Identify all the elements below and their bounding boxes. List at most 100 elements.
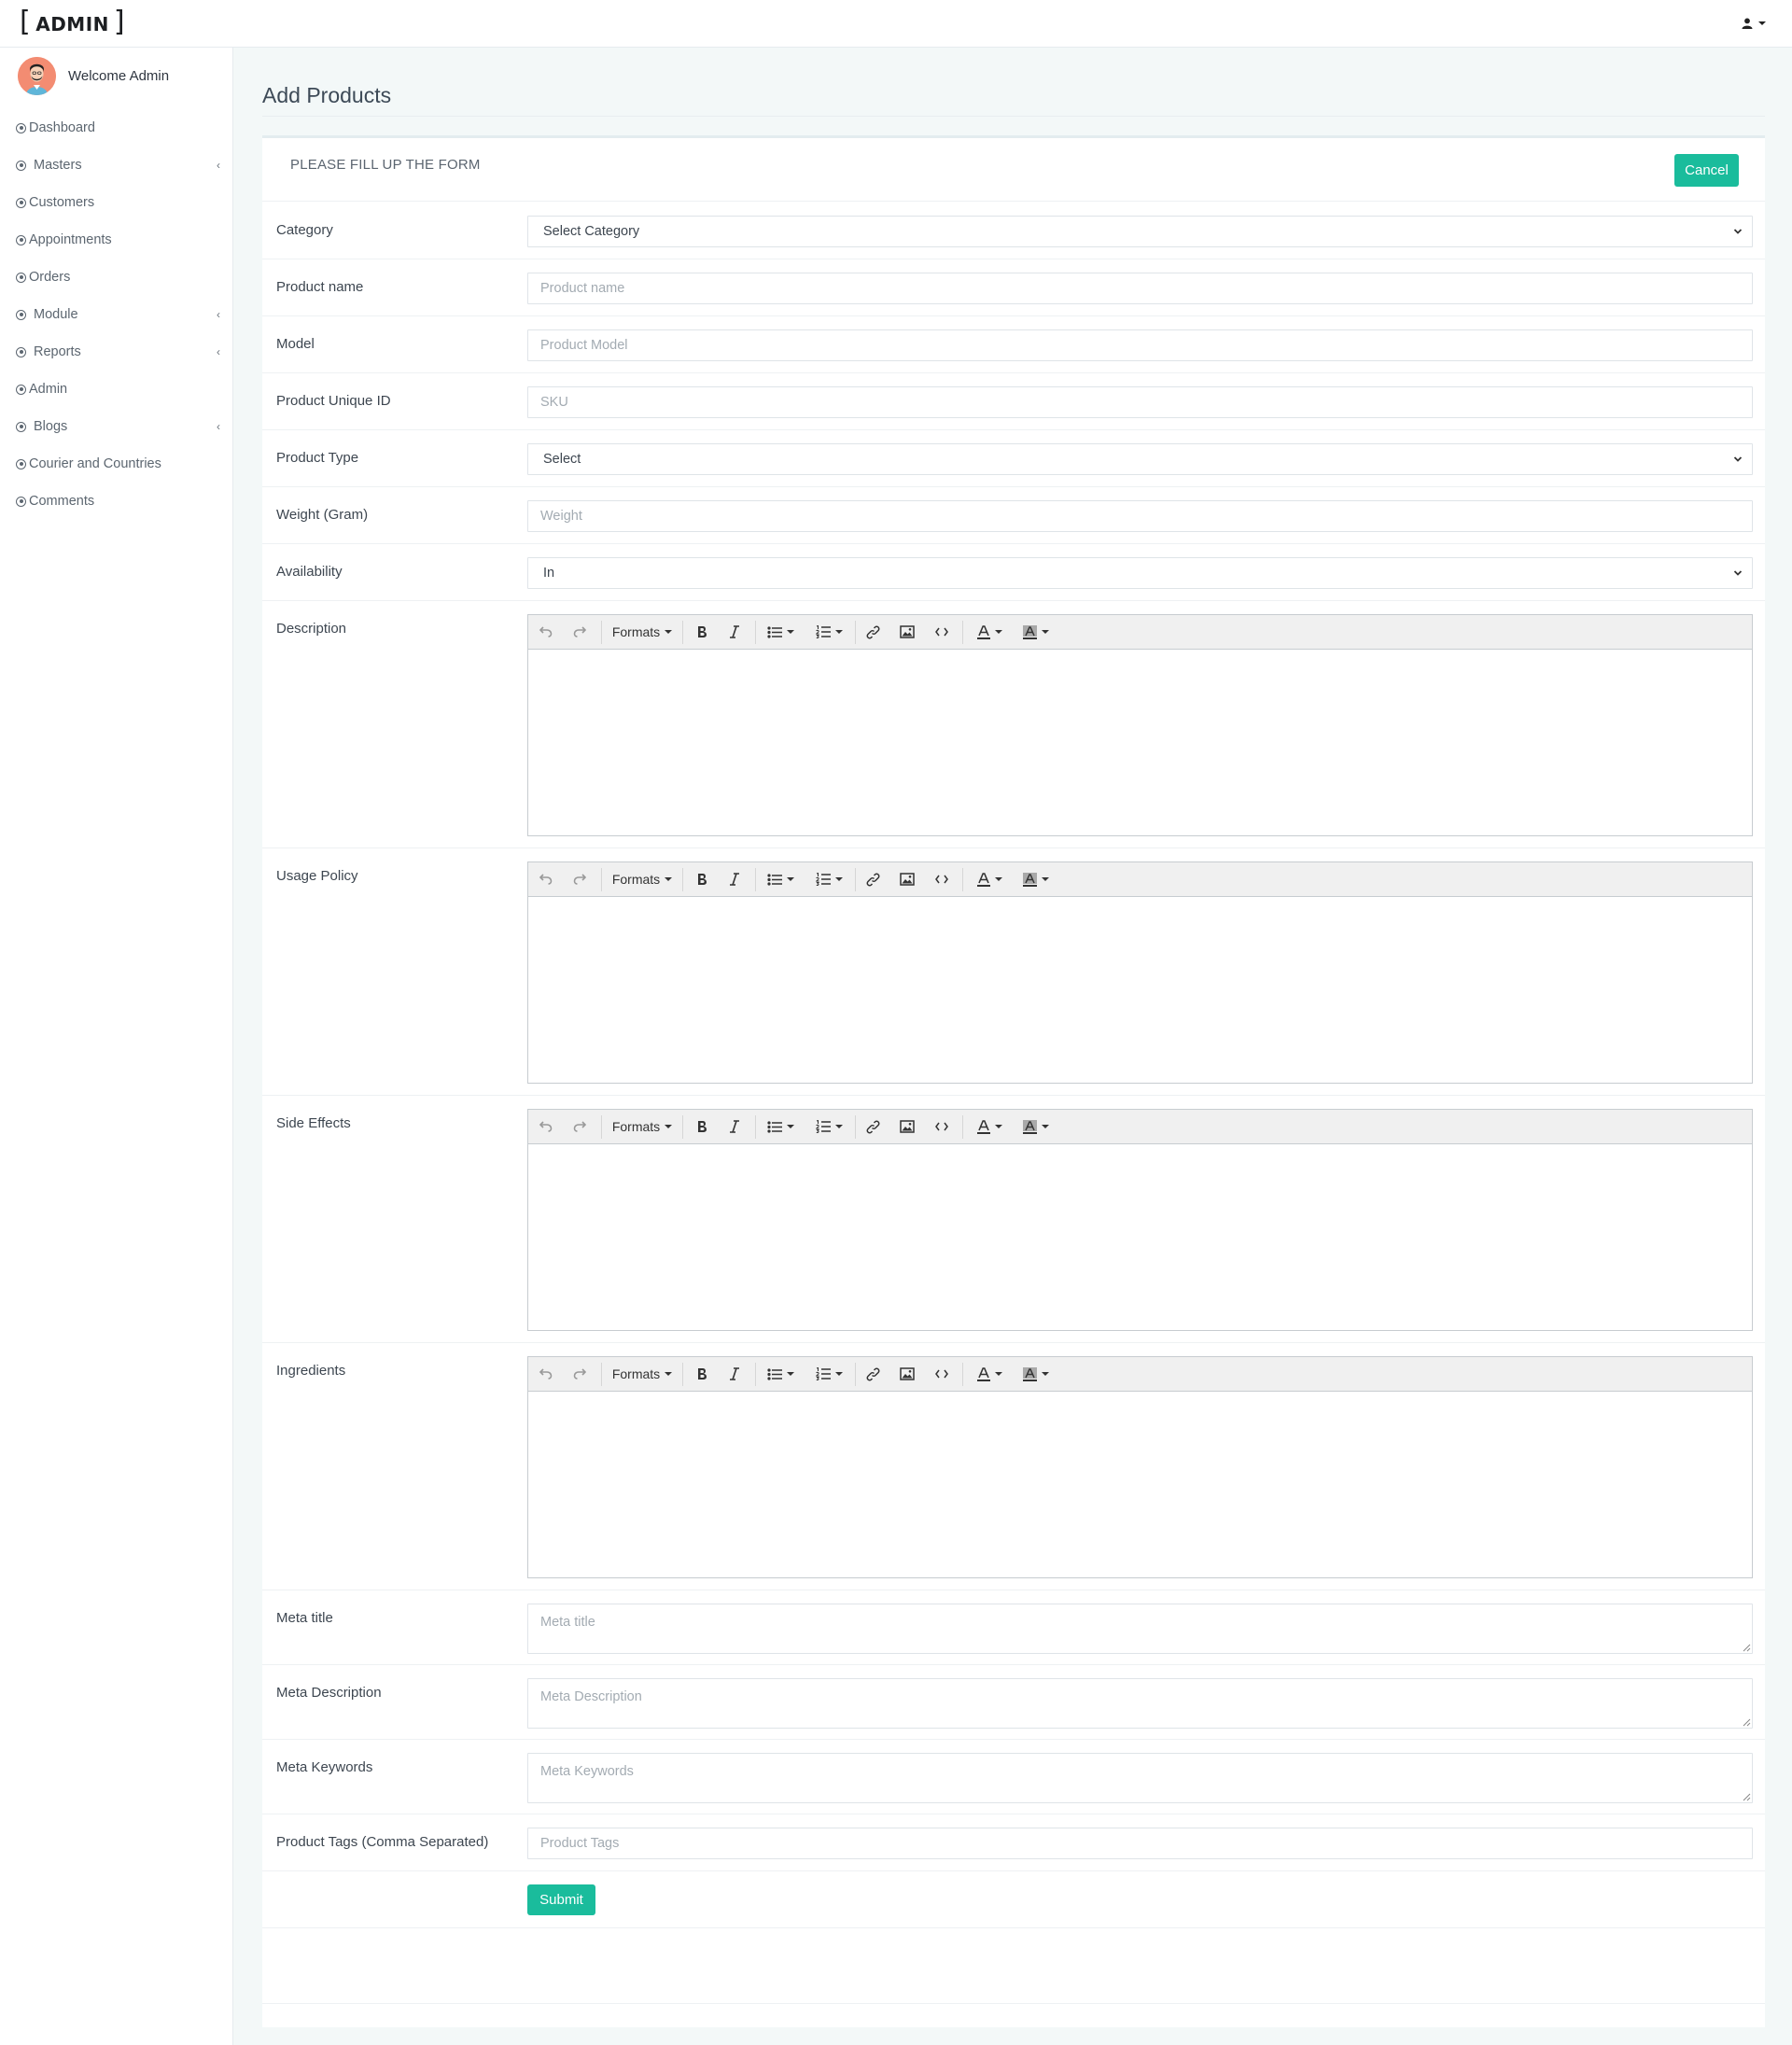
formats-dropdown[interactable]: Formats — [609, 869, 676, 889]
background-color-button[interactable] — [1018, 1364, 1054, 1384]
side-effects-editor-area[interactable] — [528, 1144, 1752, 1330]
sidebar-item-admin[interactable]: Admin — [0, 371, 233, 408]
bullet-list-button[interactable] — [762, 1116, 799, 1137]
toolbar-divider — [755, 621, 756, 644]
user-menu[interactable] — [1742, 15, 1766, 32]
italic-icon — [730, 625, 739, 638]
sidebar-item-appointments[interactable]: Appointments — [0, 221, 233, 259]
product-type-select[interactable]: Select — [527, 443, 1753, 475]
sidebar-item-masters[interactable]: Masters ‹ — [0, 147, 233, 184]
text-color-button[interactable] — [972, 869, 1007, 889]
redo-icon — [573, 1368, 586, 1380]
caret-down-icon — [1042, 1372, 1049, 1376]
italic-button[interactable] — [724, 622, 745, 642]
text-color-button[interactable] — [972, 1116, 1007, 1137]
link-button[interactable] — [861, 1116, 884, 1137]
link-button[interactable] — [861, 1364, 884, 1384]
numbered-list-button[interactable] — [810, 622, 847, 642]
numbered-list-button[interactable] — [810, 1364, 847, 1384]
sidebar-item-reports[interactable]: Reports ‹ — [0, 333, 233, 371]
italic-button[interactable] — [724, 869, 745, 889]
undo-button[interactable] — [536, 1364, 556, 1384]
bullet-list-button[interactable] — [762, 869, 799, 889]
redo-button[interactable] — [569, 869, 590, 889]
product-tags-input[interactable] — [527, 1828, 1753, 1859]
undo-button[interactable] — [536, 1116, 556, 1137]
sidebar-item-customers[interactable]: Customers — [0, 184, 233, 221]
avatar[interactable] — [18, 57, 56, 95]
source-code-button[interactable] — [931, 1364, 953, 1384]
caret-down-icon — [834, 1125, 843, 1128]
availability-select[interactable]: In — [527, 557, 1753, 589]
undo-button[interactable] — [536, 869, 556, 889]
ingredients-editor-area[interactable] — [528, 1392, 1752, 1577]
sidebar-item-label: Courier and Countries — [29, 456, 161, 471]
product-name-input[interactable] — [527, 273, 1753, 304]
image-button[interactable] — [896, 1364, 918, 1384]
formats-dropdown[interactable]: Formats — [609, 622, 676, 642]
category-select[interactable]: Select Category — [527, 216, 1753, 247]
resize-grip-icon[interactable] — [1743, 1793, 1751, 1801]
background-color-button[interactable] — [1018, 1116, 1054, 1137]
numbered-list-button[interactable] — [810, 869, 847, 889]
bullet-list-button[interactable] — [762, 622, 799, 642]
sidebar-item-comments[interactable]: Comments — [0, 483, 233, 520]
source-code-button[interactable] — [931, 1116, 953, 1137]
form-row-availability: Availability In — [262, 544, 1765, 601]
weight-input[interactable] — [527, 500, 1753, 532]
undo-icon — [539, 626, 553, 637]
bold-button[interactable] — [692, 1116, 712, 1137]
image-button[interactable] — [896, 1116, 918, 1137]
sidebar-item-courier-and-countries[interactable]: Courier and Countries — [0, 445, 233, 483]
caret-down-icon — [834, 1372, 843, 1376]
sidebar-item-label: Orders — [29, 270, 71, 285]
image-button[interactable] — [896, 869, 918, 889]
bold-button[interactable] — [692, 1364, 712, 1384]
usage-policy-editor-area[interactable] — [528, 897, 1752, 1083]
source-code-button[interactable] — [931, 869, 953, 889]
source-code-button[interactable] — [931, 622, 953, 642]
text-color-button[interactable] — [972, 622, 1007, 642]
sidebar-item-label: Blogs — [34, 419, 68, 434]
link-button[interactable] — [861, 869, 884, 889]
image-button[interactable] — [896, 622, 918, 642]
admin-logo[interactable]: [ ADMIN ] — [20, 8, 125, 37]
meta-keywords-textarea[interactable] — [527, 1753, 1753, 1803]
background-color-button[interactable] — [1018, 869, 1054, 889]
redo-button[interactable] — [569, 1364, 590, 1384]
chevron-down-icon — [1733, 456, 1743, 462]
italic-button[interactable] — [724, 1364, 745, 1384]
redo-button[interactable] — [569, 622, 590, 642]
sidebar-item-orders[interactable]: Orders — [0, 259, 233, 296]
sidebar-item-module[interactable]: Module ‹ — [0, 296, 233, 333]
field-label: Availability — [276, 564, 343, 580]
cancel-button[interactable]: Cancel — [1674, 154, 1739, 187]
sidebar-item-dashboard[interactable]: Dashboard — [0, 109, 233, 147]
bold-button[interactable] — [692, 622, 712, 642]
description-editor-area[interactable] — [528, 650, 1752, 835]
formats-dropdown[interactable]: Formats — [609, 1364, 676, 1384]
resize-grip-icon[interactable] — [1743, 1718, 1751, 1727]
toolbar-divider — [962, 868, 963, 891]
model-input[interactable] — [527, 329, 1753, 361]
sidebar-item-blogs[interactable]: Blogs ‹ — [0, 408, 233, 445]
italic-button[interactable] — [724, 1116, 745, 1137]
numbered-list-button[interactable] — [810, 1116, 847, 1137]
sidebar-item-label: Reports — [34, 344, 81, 359]
bullet-list-button[interactable] — [762, 1364, 799, 1384]
submit-button[interactable]: Submit — [527, 1884, 595, 1915]
link-button[interactable] — [861, 622, 884, 642]
meta-title-textarea[interactable] — [527, 1604, 1753, 1654]
undo-button[interactable] — [536, 622, 556, 642]
text-color-icon — [976, 1119, 990, 1134]
code-icon — [935, 1122, 948, 1131]
meta-description-textarea[interactable] — [527, 1678, 1753, 1729]
resize-grip-icon[interactable] — [1743, 1644, 1751, 1652]
sku-input[interactable] — [527, 386, 1753, 418]
text-color-button[interactable] — [972, 1364, 1007, 1384]
bold-button[interactable] — [692, 869, 712, 889]
background-color-button[interactable] — [1018, 622, 1054, 642]
italic-icon — [730, 873, 739, 886]
redo-button[interactable] — [569, 1116, 590, 1137]
formats-dropdown[interactable]: Formats — [609, 1116, 676, 1137]
